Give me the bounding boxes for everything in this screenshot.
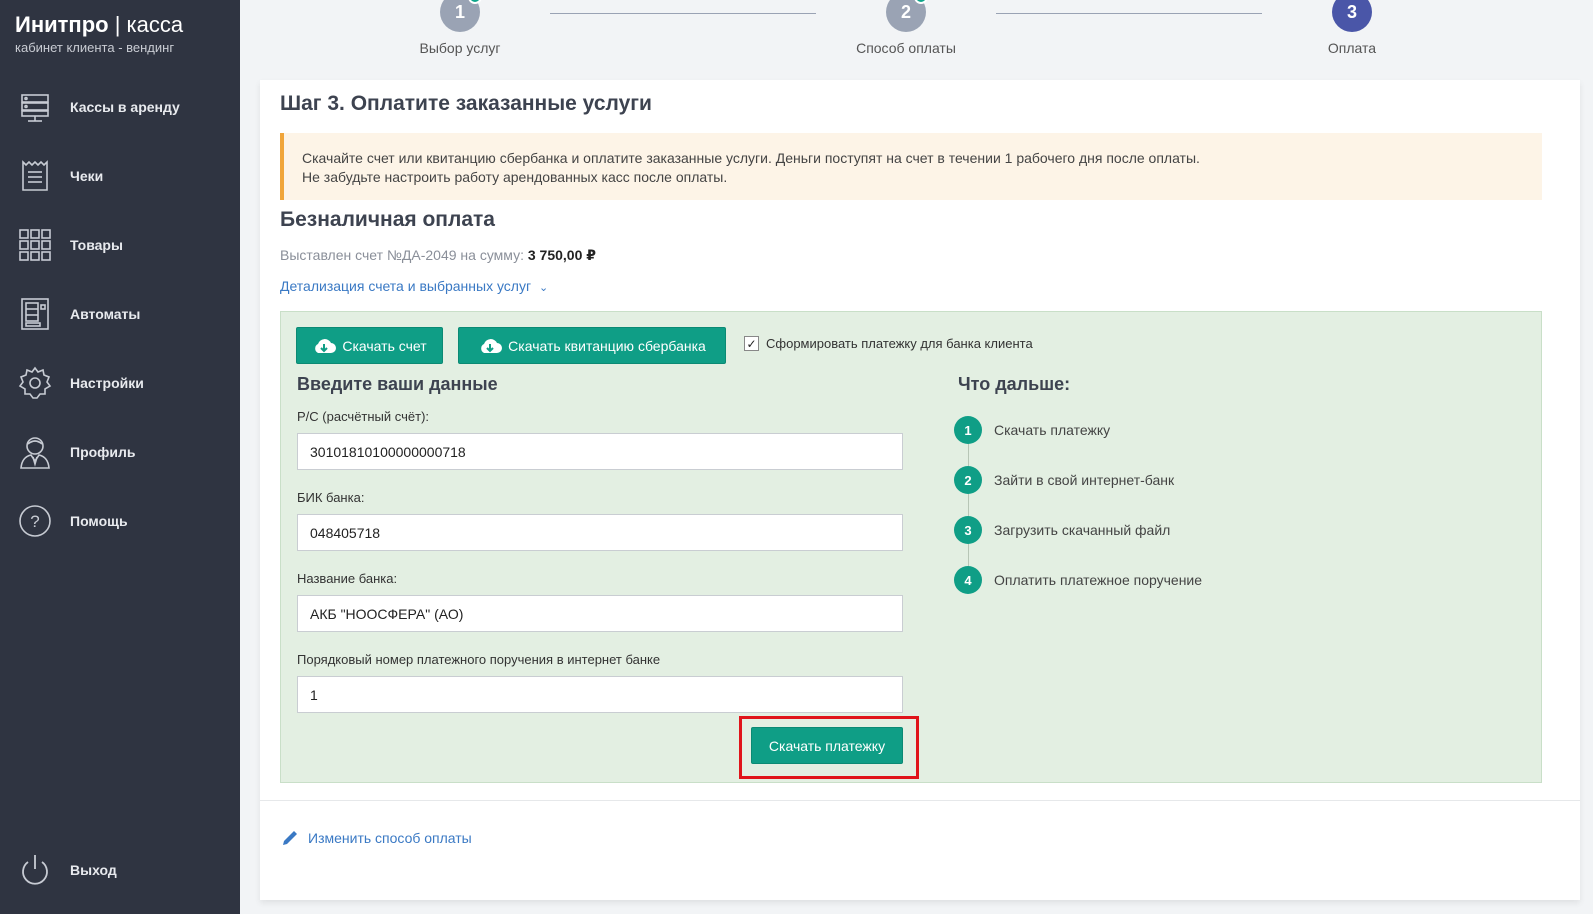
info-alert: Скачайте счет или квитанцию сбербанка и … bbox=[280, 133, 1542, 200]
sidebar-item-label: Товары bbox=[70, 237, 123, 253]
sidebar-item-help[interactable]: ? Помощь bbox=[0, 496, 240, 546]
help-icon: ? bbox=[17, 503, 53, 539]
alert-line: Не забудьте настроить работу арендованны… bbox=[302, 169, 728, 185]
generate-payment-order-checkbox[interactable]: ✓ Сформировать платежку для банка клиент… bbox=[744, 336, 1033, 351]
invoice-summary: Выставлен счет №ДА-2049 на сумму: 3 750,… bbox=[280, 247, 596, 264]
cloud-download-icon bbox=[481, 338, 503, 353]
checkout-stepper: 1 Выбор услуг 2 Способ оплаты 3 Оплата bbox=[260, 0, 1580, 70]
brand-logo[interactable]: Инитпро | касса кабинет клиента - вендин… bbox=[15, 12, 183, 55]
step-connector bbox=[996, 13, 1262, 14]
divider bbox=[260, 800, 1580, 801]
step-label: Способ оплаты bbox=[856, 40, 956, 56]
bik-label: БИК банка: bbox=[297, 490, 365, 505]
receipt-icon bbox=[17, 158, 53, 194]
invoice-details-link[interactable]: Детализация счета и выбранных услуг ⌄ bbox=[280, 278, 548, 294]
next-step-number: 3 bbox=[954, 516, 982, 544]
sidebar-item-label: Чеки bbox=[70, 168, 104, 184]
payment-panel: Скачать счет Скачать квитанцию сбербанка… bbox=[280, 311, 1542, 783]
change-link-label: Изменить способ оплаты bbox=[308, 830, 472, 846]
next-step-text: Загрузить скачанный файл bbox=[994, 522, 1171, 538]
sidebar-item-products[interactable]: Товары bbox=[0, 220, 240, 270]
download-invoice-button[interactable]: Скачать счет bbox=[296, 327, 443, 364]
page-title: Шаг 3. Оплатите заказанные услуги bbox=[280, 92, 652, 115]
sidebar-item-profile[interactable]: Профиль bbox=[0, 427, 240, 477]
checkbox-box[interactable]: ✓ bbox=[744, 336, 759, 351]
pencil-icon bbox=[283, 831, 297, 845]
step-number: 1 bbox=[440, 0, 482, 32]
next-step-number: 1 bbox=[954, 416, 982, 444]
sidebar-item-settings[interactable]: Настройки bbox=[0, 358, 240, 408]
step-label: Оплата bbox=[1327, 40, 1377, 56]
server-icon bbox=[17, 89, 53, 125]
check-icon bbox=[914, 0, 928, 4]
step-3: 3 Оплата bbox=[1272, 0, 1432, 56]
logout-label: Выход bbox=[70, 862, 117, 878]
order-number-label: Порядковый номер платежного поручения в … bbox=[297, 652, 661, 667]
step-number: 3 bbox=[1332, 0, 1372, 32]
grid-icon bbox=[17, 227, 53, 263]
sidebar-item-label: Автоматы bbox=[70, 306, 141, 322]
alert-line: Скачайте счет или квитанцию сбербанка и … bbox=[302, 150, 1200, 166]
sidebar-item-label: Кассы в аренду bbox=[70, 99, 180, 115]
brand-title: Инитпро | касса bbox=[15, 12, 184, 37]
button-label: Скачать квитанцию сбербанка bbox=[508, 337, 706, 354]
check-icon bbox=[468, 0, 482, 4]
next-step-number: 2 bbox=[954, 466, 982, 494]
brand-subtitle: кабинет клиента - вендинг bbox=[15, 40, 175, 55]
sidebar-item-label: Помощь bbox=[70, 513, 128, 529]
logout-button[interactable]: Выход bbox=[0, 845, 240, 895]
button-label: Скачать счет bbox=[342, 337, 427, 354]
next-step-text: Зайти в свой интернет-банк bbox=[994, 472, 1175, 488]
power-icon bbox=[17, 852, 53, 888]
bank-name-input[interactable] bbox=[297, 595, 903, 632]
invoice-amount: 3 750,00 ₽ bbox=[527, 247, 597, 263]
next-step-item: 1 Скачать платежку bbox=[954, 416, 1110, 444]
next-steps-title: Что дальше: bbox=[958, 374, 1071, 394]
step-number: 2 bbox=[886, 0, 928, 32]
next-step-text: Оплатить платежное поручение bbox=[994, 572, 1203, 588]
bik-input[interactable] bbox=[297, 514, 903, 551]
bank-name-label: Название банка: bbox=[297, 571, 398, 586]
svg-text:?: ? bbox=[30, 512, 39, 531]
payment-card: Шаг 3. Оплатите заказанные услуги Скачай… bbox=[260, 80, 1580, 900]
form-title: Введите ваши данные bbox=[297, 374, 498, 394]
change-payment-method-link[interactable]: Изменить способ оплаты bbox=[280, 828, 472, 848]
chevron-down-icon: ⌄ bbox=[538, 282, 549, 294]
order-number-input[interactable] bbox=[297, 676, 903, 713]
account-label: Р/С (расчётный счёт): bbox=[297, 409, 430, 424]
checkbox-label: Сформировать платежку для банка клиента bbox=[766, 336, 1033, 351]
details-link-label: Детализация счета и выбранных услуг bbox=[280, 278, 532, 294]
section-title: Безналичная оплата bbox=[280, 208, 495, 231]
sidebar-item-label: Профиль bbox=[70, 444, 136, 460]
download-sberbank-receipt-button[interactable]: Скачать квитанцию сбербанка bbox=[458, 327, 726, 364]
sidebar-item-receipts[interactable]: Чеки bbox=[0, 151, 240, 201]
step-1[interactable]: 1 Выбор услуг bbox=[380, 0, 540, 56]
sidebar-item-label: Настройки bbox=[70, 375, 144, 391]
next-steps-connector bbox=[968, 437, 969, 585]
sidebar: Инитпро | касса кабинет клиента - вендин… bbox=[0, 0, 240, 914]
sidebar-item-machines[interactable]: Автоматы bbox=[0, 289, 240, 339]
step-label: Выбор услуг bbox=[419, 40, 501, 56]
download-payment-order-button[interactable]: Скачать платежку bbox=[751, 727, 903, 764]
vending-machine-icon bbox=[17, 296, 53, 332]
next-step-number: 4 bbox=[954, 566, 982, 594]
gear-icon bbox=[17, 365, 53, 401]
invoice-label: Выставлен счет №ДА-2049 на сумму: bbox=[280, 247, 524, 263]
account-number-input[interactable] bbox=[297, 433, 903, 470]
next-step-text: Скачать платежку bbox=[994, 422, 1111, 438]
step-connector bbox=[550, 13, 816, 14]
next-step-item: 4 Оплатить платежное поручение bbox=[954, 566, 1202, 594]
user-icon bbox=[17, 434, 53, 470]
sidebar-item-rentals[interactable]: Кассы в аренду bbox=[0, 82, 240, 132]
next-step-item: 3 Загрузить скачанный файл bbox=[954, 516, 1170, 544]
cloud-download-icon bbox=[315, 338, 337, 353]
button-label: Скачать платежку bbox=[768, 737, 886, 754]
next-step-item: 2 Зайти в свой интернет-банк bbox=[954, 466, 1174, 494]
step-2[interactable]: 2 Способ оплаты bbox=[826, 0, 986, 56]
